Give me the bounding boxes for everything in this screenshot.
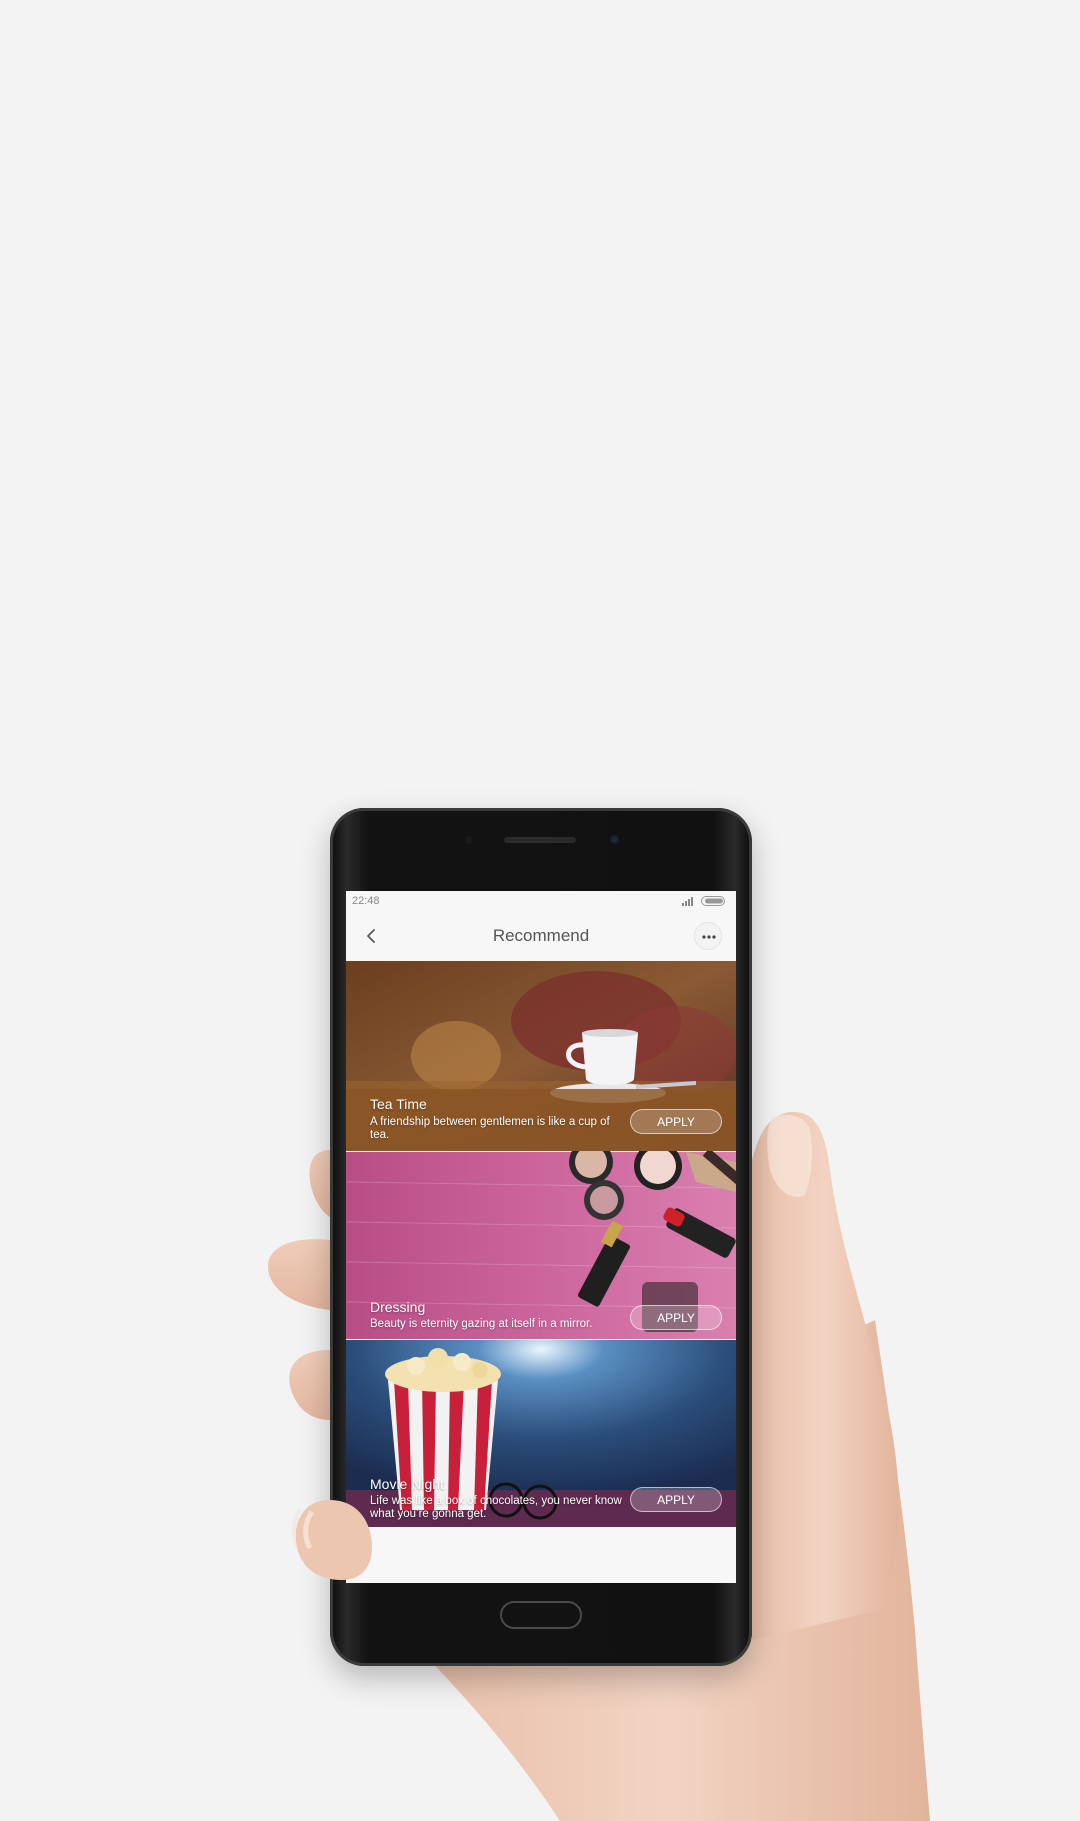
theme-title: Tea Time xyxy=(370,1096,427,1112)
theme-info-panel: Movie Night Life was like a box of choco… xyxy=(346,1475,736,1527)
front-camera xyxy=(608,833,621,846)
theme-info-panel: Tea Time A friendship between gentlemen … xyxy=(346,1089,736,1151)
more-dots-icon xyxy=(702,935,716,939)
theme-description: Life was like a box of chocolates, you n… xyxy=(370,1495,622,1520)
status-bar: 22:48 xyxy=(346,891,736,911)
page-title: Recommend xyxy=(492,926,590,945)
back-button[interactable] xyxy=(358,922,386,950)
theme-title: Movie Night xyxy=(370,1476,444,1492)
status-time: 22:48 xyxy=(352,895,380,907)
theme-description: Beauty is eternity gazing at itself in a… xyxy=(370,1318,593,1330)
apply-button[interactable]: APPLY xyxy=(630,1487,722,1512)
teal-wood-image xyxy=(346,1527,736,1583)
proximity-sensor xyxy=(465,836,473,844)
signal-icon xyxy=(682,897,693,906)
chevron-left-icon xyxy=(367,929,375,943)
theme-card-dressing[interactable]: Dressing Beauty is eternity gazing at it… xyxy=(346,1151,736,1339)
earpiece-speaker xyxy=(504,837,576,843)
theme-card-partial[interactable] xyxy=(346,1527,736,1583)
phone-screen: 22:48 Recommend Tea Time A friendship be… xyxy=(346,891,736,1583)
more-options-button[interactable] xyxy=(694,922,722,950)
title-bar: Recommend xyxy=(346,911,736,962)
theme-info-panel: Dressing Beauty is eternity gazing at it… xyxy=(346,1299,736,1339)
home-button[interactable] xyxy=(500,1601,582,1629)
theme-card-tea-time[interactable]: Tea Time A friendship between gentlemen … xyxy=(346,961,736,1151)
phone-device: 22:48 Recommend Tea Time A friendship be… xyxy=(330,808,752,1666)
theme-title: Dressing xyxy=(370,1299,426,1315)
product-photo: 22:48 Recommend Tea Time A friendship be… xyxy=(0,0,1080,1821)
battery-icon xyxy=(701,896,725,906)
theme-card-movie-night[interactable]: Movie Night Life was like a box of choco… xyxy=(346,1339,736,1527)
apply-button[interactable]: APPLY xyxy=(630,1305,722,1330)
apply-button[interactable]: APPLY xyxy=(630,1109,722,1134)
theme-description: A friendship between gentlemen is like a… xyxy=(370,1116,610,1141)
